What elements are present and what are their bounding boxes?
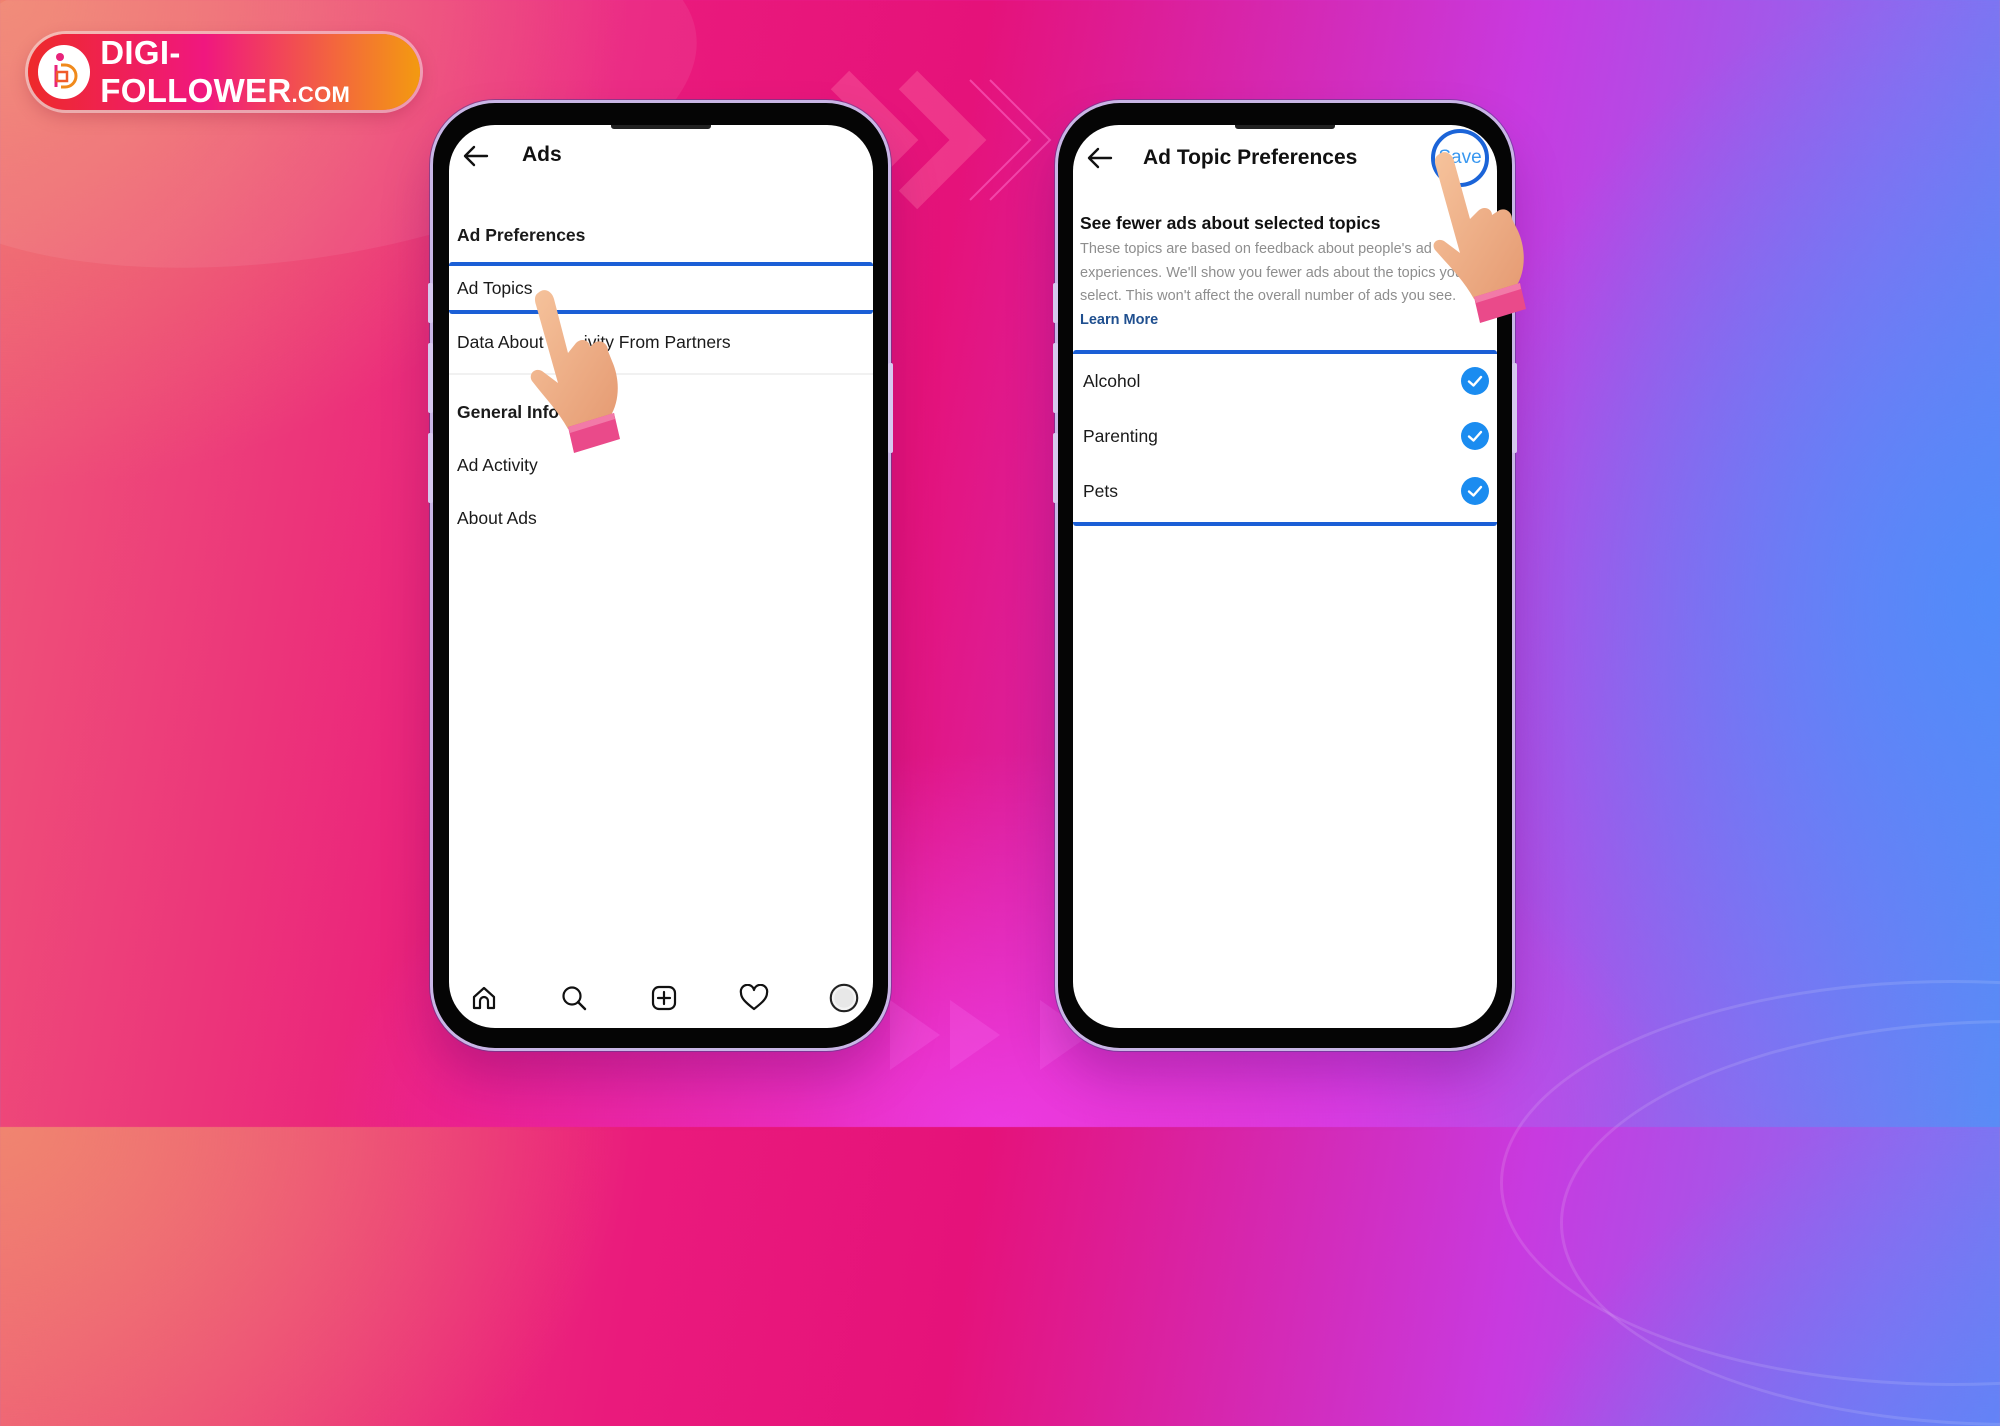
topic-list: Alcohol Parenting Pets bbox=[1073, 350, 1497, 526]
logo-icon bbox=[38, 45, 91, 99]
ad-topic-preferences-screen: Ad Topic Preferences Save See fewer ads … bbox=[1073, 125, 1497, 1028]
topic-row-alcohol[interactable]: Alcohol bbox=[1073, 356, 1497, 406]
search-icon bbox=[562, 986, 587, 1011]
section-description: These topics are based on feedback about… bbox=[1080, 241, 1463, 328]
bottom-nav bbox=[449, 976, 873, 1020]
section-general-info: General Info bbox=[457, 401, 560, 422]
nav-search[interactable] bbox=[559, 983, 589, 1013]
nav-create[interactable] bbox=[649, 983, 679, 1013]
back-button[interactable] bbox=[461, 141, 491, 171]
section-ad-preferences: Ad Preferences bbox=[457, 224, 586, 245]
logo-text: DIGI-FOLLOWER.COM bbox=[100, 34, 351, 109]
heart-icon bbox=[739, 984, 769, 1011]
plus-square-icon bbox=[651, 985, 677, 1011]
phone-button bbox=[1053, 343, 1058, 413]
back-button[interactable] bbox=[1085, 143, 1115, 173]
section-title: See fewer ads about selected topics bbox=[1080, 213, 1381, 233]
menu-item-data-about-activity[interactable]: Data About Y ivity From Partners bbox=[449, 317, 873, 367]
topic-row-pets[interactable]: Pets bbox=[1073, 466, 1497, 516]
nav-activity[interactable] bbox=[739, 983, 769, 1013]
nav-home[interactable] bbox=[469, 983, 499, 1013]
ads-screen: Ads Ad Preferences Ad Topics Data About … bbox=[449, 125, 873, 1028]
nav-profile[interactable] bbox=[829, 983, 859, 1013]
menu-item-about-ads[interactable]: About Ads bbox=[449, 493, 873, 543]
topic-label: Parenting bbox=[1083, 425, 1158, 446]
arrow-left-icon bbox=[1087, 147, 1113, 169]
topic-label: Alcohol bbox=[1083, 370, 1141, 391]
brand-logo: DIGI-FOLLOWER.COM bbox=[28, 34, 420, 110]
phone-button bbox=[1053, 283, 1058, 323]
save-button[interactable]: Save bbox=[1431, 129, 1489, 187]
topic-label: Pets bbox=[1083, 480, 1119, 501]
menu-item-ad-activity[interactable]: Ad Activity bbox=[449, 440, 873, 490]
header: Ads bbox=[449, 125, 873, 205]
checkmark-icon[interactable] bbox=[1461, 367, 1489, 395]
phone-ads: Ads Ad Preferences Ad Topics Data About … bbox=[428, 103, 893, 1048]
divider bbox=[449, 373, 873, 375]
phone-button bbox=[428, 343, 433, 413]
checkmark-icon[interactable] bbox=[1461, 422, 1489, 450]
learn-more-link[interactable]: Learn More bbox=[1080, 312, 1158, 328]
menu-item-ad-topics[interactable]: Ad Topics bbox=[449, 262, 873, 314]
topic-row-parenting[interactable]: Parenting bbox=[1073, 411, 1497, 461]
avatar-icon bbox=[829, 983, 859, 1013]
phone-button bbox=[888, 363, 893, 453]
phone-button bbox=[428, 283, 433, 323]
page-title: Ads bbox=[522, 143, 562, 166]
checkmark-icon[interactable] bbox=[1461, 477, 1489, 505]
header: Ad Topic Preferences Save bbox=[1073, 125, 1497, 205]
phone-ad-topic-preferences: Ad Topic Preferences Save See fewer ads … bbox=[1053, 103, 1526, 1048]
arrow-left-icon bbox=[463, 145, 489, 167]
phone-button bbox=[1512, 363, 1517, 453]
save-label: Save bbox=[1438, 147, 1482, 168]
home-icon bbox=[472, 986, 496, 1010]
phone-button bbox=[428, 433, 433, 503]
page-title: Ad Topic Preferences bbox=[1143, 146, 1358, 169]
phone-button bbox=[1053, 433, 1058, 503]
